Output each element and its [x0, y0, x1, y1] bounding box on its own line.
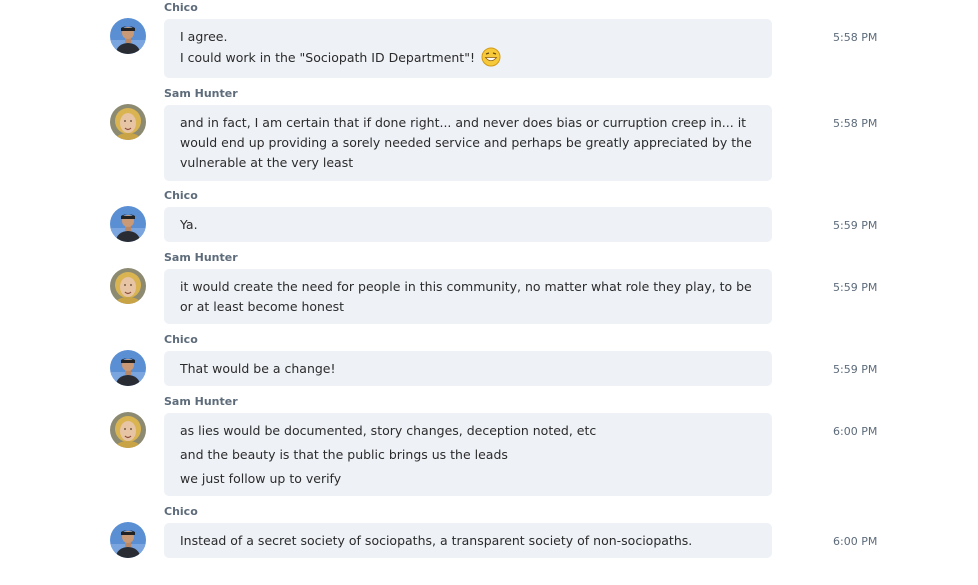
- message-text: and in fact, I am certain that if done r…: [180, 115, 752, 170]
- message: Chico That would be a change! 5:59 PM: [0, 333, 978, 386]
- message-bubble: Ya.: [164, 207, 772, 242]
- message-timestamp: 6:00 PM: [833, 425, 878, 438]
- sender-name[interactable]: Sam Hunter: [164, 251, 238, 265]
- message-line: That would be a change!: [180, 361, 336, 376]
- sender-name[interactable]: Sam Hunter: [164, 87, 238, 101]
- message-bubble: That would be a change!: [164, 351, 772, 386]
- message-timestamp: 5:59 PM: [833, 219, 878, 232]
- avatar-chico[interactable]: [110, 522, 146, 558]
- avatar-sam-hunter[interactable]: [110, 104, 146, 140]
- sender-name[interactable]: Chico: [164, 505, 198, 519]
- avatar-chico[interactable]: [110, 350, 146, 386]
- message-bubble: and in fact, I am certain that if done r…: [164, 105, 772, 181]
- sender-name[interactable]: Sam Hunter: [164, 395, 238, 409]
- message-timestamp: 6:00 PM: [833, 535, 878, 548]
- message: Sam Hunter as lies would be documented, …: [0, 395, 978, 496]
- message-bubble: Instead of a secret society of sociopath…: [164, 523, 772, 558]
- message-timestamp: 5:58 PM: [833, 117, 878, 130]
- chat-conversation: Chico I agree. I could work in the "Soci…: [0, 0, 978, 585]
- message-line: I could work in the "Sociopath ID Depart…: [180, 47, 756, 73]
- avatar-chico[interactable]: [110, 206, 146, 242]
- message-bubble: I agree. I could work in the "Sociopath …: [164, 19, 772, 78]
- sender-name[interactable]: Chico: [164, 1, 198, 15]
- message: Chico Ya. 5:59 PM: [0, 189, 978, 242]
- message-line-text: I could work in the "Sociopath ID Depart…: [180, 50, 475, 65]
- message: Sam Hunter it would create the need for …: [0, 251, 978, 324]
- message-timestamp: 5:59 PM: [833, 281, 878, 294]
- message-bubble: it would create the need for people in t…: [164, 269, 772, 324]
- sender-name[interactable]: Chico: [164, 333, 198, 347]
- message-line: Ya.: [180, 217, 198, 232]
- grinning-face-icon[interactable]: [481, 47, 501, 73]
- message-line: as lies would be documented, story chang…: [180, 423, 597, 438]
- avatar-sam-hunter[interactable]: [110, 412, 146, 448]
- message: Sam Hunter and in fact, I am certain tha…: [0, 87, 978, 181]
- message: Chico I agree. I could work in the "Soci…: [0, 1, 978, 78]
- message-line: we just follow up to verify: [180, 471, 342, 486]
- message-line: I agree.: [180, 29, 228, 44]
- message-bubble: as lies would be documented, story chang…: [164, 413, 772, 496]
- message-line: and the beauty is that the public brings…: [180, 447, 508, 462]
- message-text: it would create the need for people in t…: [180, 279, 752, 314]
- message-timestamp: 5:58 PM: [833, 31, 878, 44]
- avatar-chico[interactable]: [110, 18, 146, 54]
- message: Chico Instead of a secret society of soc…: [0, 505, 978, 558]
- message-timestamp: 5:59 PM: [833, 363, 878, 376]
- avatar-sam-hunter[interactable]: [110, 268, 146, 304]
- message-line: Instead of a secret society of sociopath…: [180, 533, 693, 548]
- sender-name[interactable]: Chico: [164, 189, 198, 203]
